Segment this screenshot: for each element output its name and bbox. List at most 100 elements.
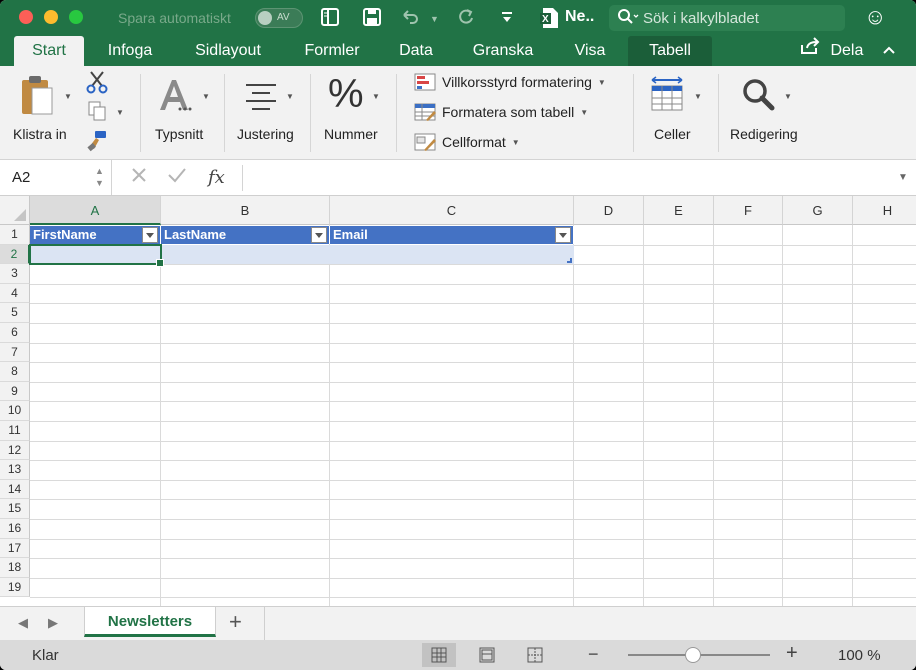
paste-dropdown-icon[interactable]: ▼: [64, 92, 72, 101]
customize-toolbar-icon[interactable]: [500, 11, 514, 28]
row-gridline: [30, 558, 916, 560]
insert-function-button[interactable]: fx: [208, 167, 225, 188]
tab-data[interactable]: Data: [386, 36, 446, 66]
row-header-9[interactable]: 9: [0, 381, 30, 402]
table-header-email[interactable]: Email: [330, 226, 574, 244]
zoom-slider-knob[interactable]: [685, 647, 701, 663]
close-window-button[interactable]: [19, 10, 33, 24]
tab-granska[interactable]: Granska: [458, 36, 548, 66]
row-header-15[interactable]: 15: [0, 499, 30, 519]
name-box-stepper-icon[interactable]: ▲ ▼: [95, 165, 104, 189]
column-header-b[interactable]: B: [161, 196, 330, 225]
normal-view-button[interactable]: [422, 643, 456, 667]
paste-button[interactable]: ▼ Klistra in: [8, 70, 76, 148]
share-label: Dela: [830, 42, 864, 60]
minimize-window-button[interactable]: [44, 10, 58, 24]
row-header-5[interactable]: 5: [0, 303, 30, 323]
name-box[interactable]: A2 ▲ ▼: [0, 160, 112, 195]
row-header-12[interactable]: 12: [0, 440, 30, 461]
page-break-view-button[interactable]: [518, 643, 552, 667]
tab-start[interactable]: Start: [14, 36, 84, 66]
row-header-10[interactable]: 10: [0, 401, 30, 421]
add-sheet-button[interactable]: +: [229, 609, 242, 635]
page-layout-view-button[interactable]: [470, 643, 504, 667]
previous-sheet-icon[interactable]: ◀: [18, 615, 28, 631]
row-header-11[interactable]: 11: [0, 421, 30, 441]
formula-bar: A2 ▲ ▼ fx ▼: [0, 160, 916, 196]
filter-dropdown-icon[interactable]: [311, 227, 327, 243]
font-button[interactable]: ▼ Typsnitt: [150, 70, 220, 148]
enter-checkmark-icon[interactable]: [167, 166, 187, 190]
feedback-smiley-icon[interactable]: ☺: [864, 4, 886, 30]
zoom-in-button[interactable]: +: [786, 642, 798, 665]
format-as-table-icon: [414, 103, 436, 121]
tab-infoga[interactable]: Infoga: [92, 36, 168, 66]
row-header-18[interactable]: 18: [0, 558, 30, 578]
spreadsheet-grid[interactable]: A B C D E F G H 1 2 3 4 5 6 7 8 9 10 11 12 13 14 15 16 17 18 19 Fir…: [0, 196, 916, 606]
table-resize-handle[interactable]: [567, 258, 572, 263]
editing-label: Redigering: [730, 126, 798, 142]
row-header-19[interactable]: 19: [0, 577, 30, 598]
filter-dropdown-icon[interactable]: [555, 227, 571, 243]
row-header-7[interactable]: 7: [0, 342, 30, 363]
share-button[interactable]: Dela: [800, 36, 896, 66]
tab-formler[interactable]: Formler: [290, 36, 374, 66]
cut-icon[interactable]: [86, 70, 108, 99]
select-all-corner[interactable]: [0, 196, 30, 225]
table-header-lastname[interactable]: LastName: [161, 226, 330, 244]
cancel-icon[interactable]: [130, 166, 148, 190]
conditional-formatting-button[interactable]: Villkorsstyrd formatering ▼: [414, 71, 606, 93]
expand-formula-bar-icon[interactable]: ▼: [898, 172, 908, 183]
save-icon[interactable]: [362, 7, 382, 32]
undo-dropdown-icon[interactable]: ▼: [430, 14, 439, 24]
active-cell-a2[interactable]: [29, 244, 164, 267]
formula-input[interactable]: [250, 166, 880, 190]
column-header-a[interactable]: A: [30, 196, 161, 225]
filter-dropdown-icon[interactable]: [142, 227, 158, 243]
alignment-button[interactable]: ▼ Justering: [232, 70, 304, 148]
table-header-firstname[interactable]: FirstName: [30, 226, 161, 244]
share-icon: [800, 36, 822, 66]
row-header-3[interactable]: 3: [0, 264, 30, 284]
format-as-table-label: Formatera som tabell: [442, 104, 575, 120]
collapse-ribbon-icon[interactable]: [882, 36, 896, 66]
column-header-d[interactable]: D: [574, 196, 644, 225]
editing-button[interactable]: ▼ Redigering: [726, 70, 810, 148]
redo-icon[interactable]: [456, 7, 476, 32]
cells-button[interactable]: ▼ Celler: [640, 70, 712, 148]
column-header-f[interactable]: F: [714, 196, 783, 225]
copy-dropdown-icon[interactable]: ▼: [116, 108, 124, 117]
row-header-2[interactable]: 2: [0, 244, 30, 265]
row-header-1[interactable]: 1: [0, 225, 30, 245]
tab-tabell[interactable]: Tabell: [628, 36, 712, 66]
undo-icon[interactable]: [400, 7, 420, 32]
autosave-toggle[interactable]: AV: [255, 8, 303, 28]
row-header-13[interactable]: 13: [0, 460, 30, 480]
format-painter-icon[interactable]: [86, 130, 108, 157]
column-header-e[interactable]: E: [644, 196, 714, 225]
row-header-14[interactable]: 14: [0, 479, 30, 500]
zoom-window-button[interactable]: [69, 10, 83, 24]
tab-visa[interactable]: Visa: [560, 36, 620, 66]
sidebar-icon[interactable]: [320, 7, 340, 32]
column-header-h[interactable]: H: [853, 196, 916, 225]
toggle-knob: [258, 11, 272, 25]
copy-icon[interactable]: [86, 100, 108, 127]
row-header-8[interactable]: 8: [0, 362, 30, 382]
number-button[interactable]: % ▼ Nummer: [318, 70, 390, 148]
column-header-g[interactable]: G: [783, 196, 853, 225]
search-input[interactable]: [643, 8, 838, 28]
column-header-c[interactable]: C: [330, 196, 574, 225]
zoom-out-button[interactable]: −: [588, 644, 599, 665]
row-header-17[interactable]: 17: [0, 538, 30, 559]
sheet-tab-newsletters[interactable]: Newsletters: [84, 607, 216, 637]
row-header-16[interactable]: 16: [0, 519, 30, 539]
next-sheet-icon[interactable]: ▶: [48, 615, 58, 631]
format-as-table-button[interactable]: Formatera som tabell ▼: [414, 101, 588, 123]
row-header-6[interactable]: 6: [0, 323, 30, 343]
zoom-level[interactable]: 100 %: [838, 647, 881, 664]
search-box[interactable]: [609, 5, 845, 31]
cell-styles-button[interactable]: Cellformat ▼: [414, 131, 520, 153]
tab-sidlayout[interactable]: Sidlayout: [178, 36, 278, 66]
row-header-4[interactable]: 4: [0, 283, 30, 304]
